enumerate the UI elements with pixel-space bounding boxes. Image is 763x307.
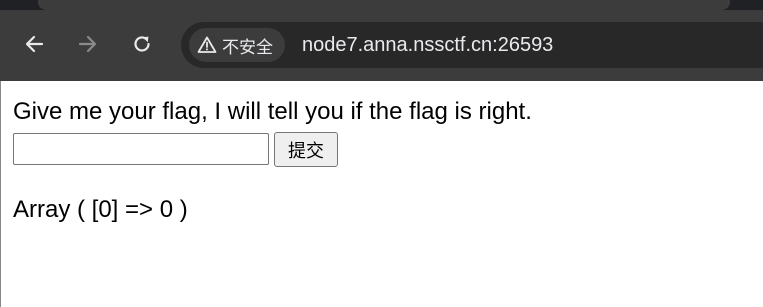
address-bar[interactable]: 不安全 node7.anna.nssctf.cn:26593 <box>181 22 763 68</box>
active-tab[interactable] <box>38 0 730 10</box>
browser-chrome: 不安全 node7.anna.nssctf.cn:26593 <box>0 0 763 81</box>
tab-strip <box>0 0 763 10</box>
submit-button[interactable]: 提交 <box>274 132 338 167</box>
prompt-text: Give me your flag, I will tell you if th… <box>13 98 532 125</box>
warning-triangle-icon <box>197 36 217 53</box>
security-indicator[interactable]: 不安全 <box>189 28 285 62</box>
back-button[interactable] <box>18 28 50 60</box>
flag-input[interactable] <box>13 133 269 165</box>
page-content: Give me your flag, I will tell you if th… <box>0 81 763 307</box>
back-arrow-icon <box>25 35 44 53</box>
reload-icon <box>134 36 150 52</box>
reload-button[interactable] <box>126 28 158 60</box>
forward-arrow-icon <box>78 35 97 53</box>
forward-button[interactable] <box>72 28 104 60</box>
security-label: 不安全 <box>222 37 273 57</box>
result-output: Array ( [0] => 0 ) <box>13 196 188 223</box>
url-text[interactable]: node7.anna.nssctf.cn:26593 <box>302 33 553 57</box>
